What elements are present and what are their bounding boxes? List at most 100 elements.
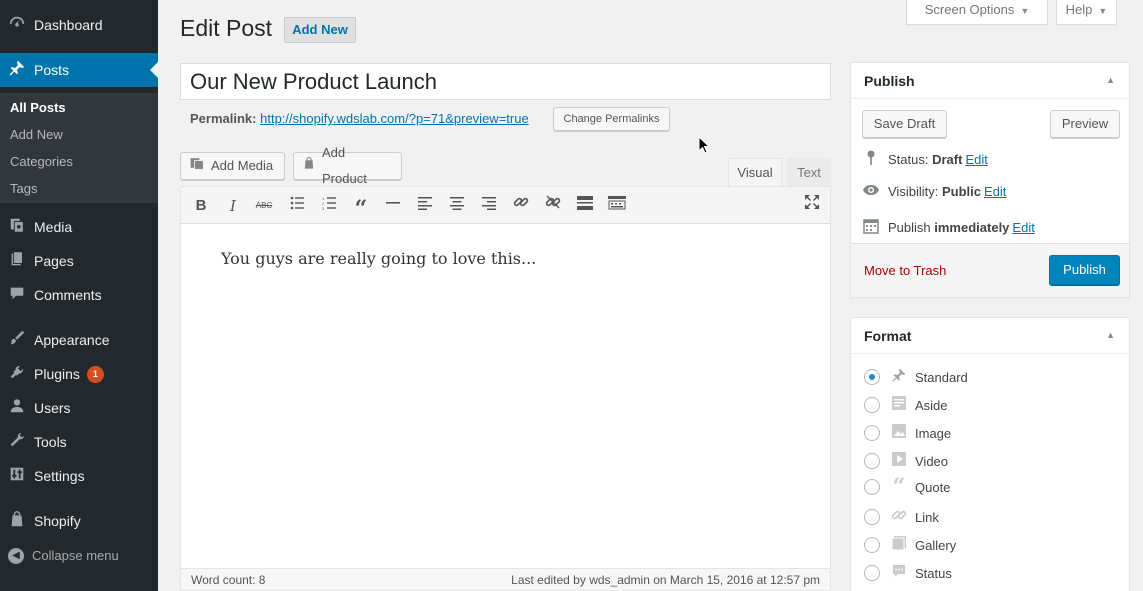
sidebar-item-label: Media	[34, 219, 73, 235]
permalink-label: Permalink:	[190, 111, 257, 126]
sidebar-item-comments[interactable]: Comments	[0, 278, 158, 312]
publish-label: Publish	[888, 220, 931, 235]
tab-visual[interactable]: Visual	[728, 158, 782, 186]
sidebar-item-plugins[interactable]: Plugins 1	[0, 357, 158, 391]
bullet-list-icon[interactable]	[285, 194, 309, 218]
page-title: Edit Post	[180, 15, 273, 41]
numbered-list-icon[interactable]: 123	[317, 194, 341, 218]
link-icon[interactable]	[509, 194, 533, 218]
status-label: Status:	[888, 152, 929, 167]
sidebar-item-label: Tools	[34, 434, 67, 450]
add-new-button[interactable]: Add New	[284, 17, 356, 43]
format-option-video[interactable]: Video	[864, 451, 948, 471]
editor-status-bar: Word count: 8 Last edited by wds_admin o…	[181, 568, 830, 590]
media-icon	[189, 153, 205, 179]
comments-icon	[0, 284, 34, 307]
posts-submenu: All Posts Add New Categories Tags	[0, 93, 158, 203]
format-option-gallery[interactable]: Gallery	[864, 535, 956, 555]
horizontal-rule-icon[interactable]	[381, 194, 405, 218]
users-icon	[0, 397, 34, 420]
sidebar-item-users[interactable]: Users	[0, 391, 158, 425]
align-center-icon[interactable]	[445, 194, 469, 218]
edit-visibility-link[interactable]: Edit	[984, 184, 1006, 199]
italic-icon[interactable]: I	[221, 194, 245, 218]
submenu-categories[interactable]: Categories	[10, 154, 73, 169]
toolbar-toggle-icon[interactable]	[605, 194, 629, 218]
sidebar-item-shopify[interactable]: Shopify	[0, 504, 158, 538]
visibility-value: Public	[941, 184, 981, 199]
unlink-icon[interactable]	[541, 194, 565, 218]
radio-image[interactable]	[864, 425, 880, 441]
edit-publish-time-link[interactable]: Edit	[1012, 220, 1034, 235]
svg-text:3: 3	[322, 206, 325, 210]
sidebar-item-label: Plugins	[34, 366, 80, 382]
add-media-label: Add Media	[211, 158, 274, 173]
format-option-status[interactable]: Status	[864, 563, 952, 583]
eye-icon	[862, 184, 880, 199]
sidebar-item-label: Users	[34, 400, 71, 416]
strikethrough-icon[interactable]: ABC	[252, 194, 276, 218]
radio-video[interactable]	[864, 453, 880, 469]
collapse-menu-button[interactable]: ◀ Collapse menu	[0, 543, 158, 567]
format-option-image[interactable]: Image	[864, 423, 951, 443]
sidebar-item-label: Settings	[34, 468, 85, 484]
add-media-button[interactable]: Add Media	[180, 152, 285, 180]
sidebar-item-posts[interactable]: Posts	[0, 53, 158, 87]
preview-button[interactable]: Preview	[1050, 110, 1120, 138]
post-editor: B I ABC 123 “ You guys are really going …	[180, 186, 831, 591]
post-content[interactable]: You guys are really going to love this..…	[221, 249, 536, 268]
submenu-add-new[interactable]: Add New	[10, 127, 63, 142]
permalink-url[interactable]: http://shopify.wdslab.com/?p=71&preview=…	[260, 111, 529, 126]
radio-standard[interactable]	[864, 369, 880, 385]
publish-box: Publish ▲ Save Draft Preview Status: Dra…	[850, 62, 1130, 298]
format-label: Video	[915, 453, 949, 469]
sidebar-item-label: Pages	[34, 253, 74, 269]
align-right-icon[interactable]	[477, 194, 501, 218]
edit-status-link[interactable]: Edit	[965, 152, 987, 167]
change-permalinks-button[interactable]: Change Permalinks	[553, 107, 670, 131]
radio-gallery[interactable]	[864, 537, 880, 553]
gallery-icon	[889, 535, 909, 555]
format-option-quote[interactable]: “ Quote	[864, 476, 950, 498]
radio-quote[interactable]	[864, 479, 880, 495]
move-to-trash-link[interactable]: Move to Trash	[864, 263, 946, 278]
pin-icon	[862, 150, 880, 169]
align-left-icon[interactable]	[413, 194, 437, 218]
bold-icon[interactable]: B	[189, 194, 213, 218]
tab-text[interactable]: Text	[787, 158, 831, 186]
collapse-toggle-icon[interactable]: ▲	[1106, 75, 1115, 85]
dashboard-icon	[0, 14, 34, 37]
add-product-button[interactable]: Add Product	[293, 145, 402, 186]
radio-link[interactable]	[864, 509, 880, 525]
update-count-badge: 1	[86, 365, 104, 383]
post-title-input[interactable]	[180, 63, 831, 100]
publish-heading-label: Publish	[864, 73, 915, 89]
fullscreen-icon[interactable]	[800, 194, 824, 218]
status-bubble-icon	[889, 563, 909, 583]
sidebar-item-media[interactable]: Media	[0, 210, 158, 244]
sidebar-item-settings[interactable]: Settings	[0, 459, 158, 493]
word-count: Word count: 8	[191, 573, 266, 587]
submenu-all-posts[interactable]: All Posts	[10, 100, 66, 115]
format-option-aside[interactable]: Aside	[864, 395, 948, 415]
format-option-standard[interactable]: Standard	[864, 367, 968, 387]
read-more-icon[interactable]	[573, 194, 597, 218]
sidebar-item-dashboard[interactable]: Dashboard	[0, 8, 158, 42]
radio-aside[interactable]	[864, 397, 880, 413]
sidebar-item-appearance[interactable]: Appearance	[0, 323, 158, 357]
sidebar-item-label: Appearance	[34, 332, 110, 348]
blockquote-icon[interactable]: “	[349, 194, 373, 222]
radio-status[interactable]	[864, 565, 880, 581]
collapse-menu-label: Collapse menu	[32, 547, 119, 563]
submenu-tags[interactable]: Tags	[10, 181, 37, 196]
save-draft-button[interactable]: Save Draft	[862, 110, 947, 138]
help-label: Help	[1065, 2, 1093, 17]
help-button[interactable]: Help ▼	[1056, 0, 1117, 25]
screen-options-button[interactable]: Screen Options ▼	[906, 0, 1048, 25]
format-option-link[interactable]: Link	[864, 507, 939, 527]
sidebar-item-tools[interactable]: Tools	[0, 425, 158, 459]
pages-icon	[0, 250, 34, 273]
sidebar-item-pages[interactable]: Pages	[0, 244, 158, 278]
collapse-toggle-icon[interactable]: ▲	[1106, 330, 1115, 340]
publish-button[interactable]: Publish	[1049, 255, 1120, 285]
